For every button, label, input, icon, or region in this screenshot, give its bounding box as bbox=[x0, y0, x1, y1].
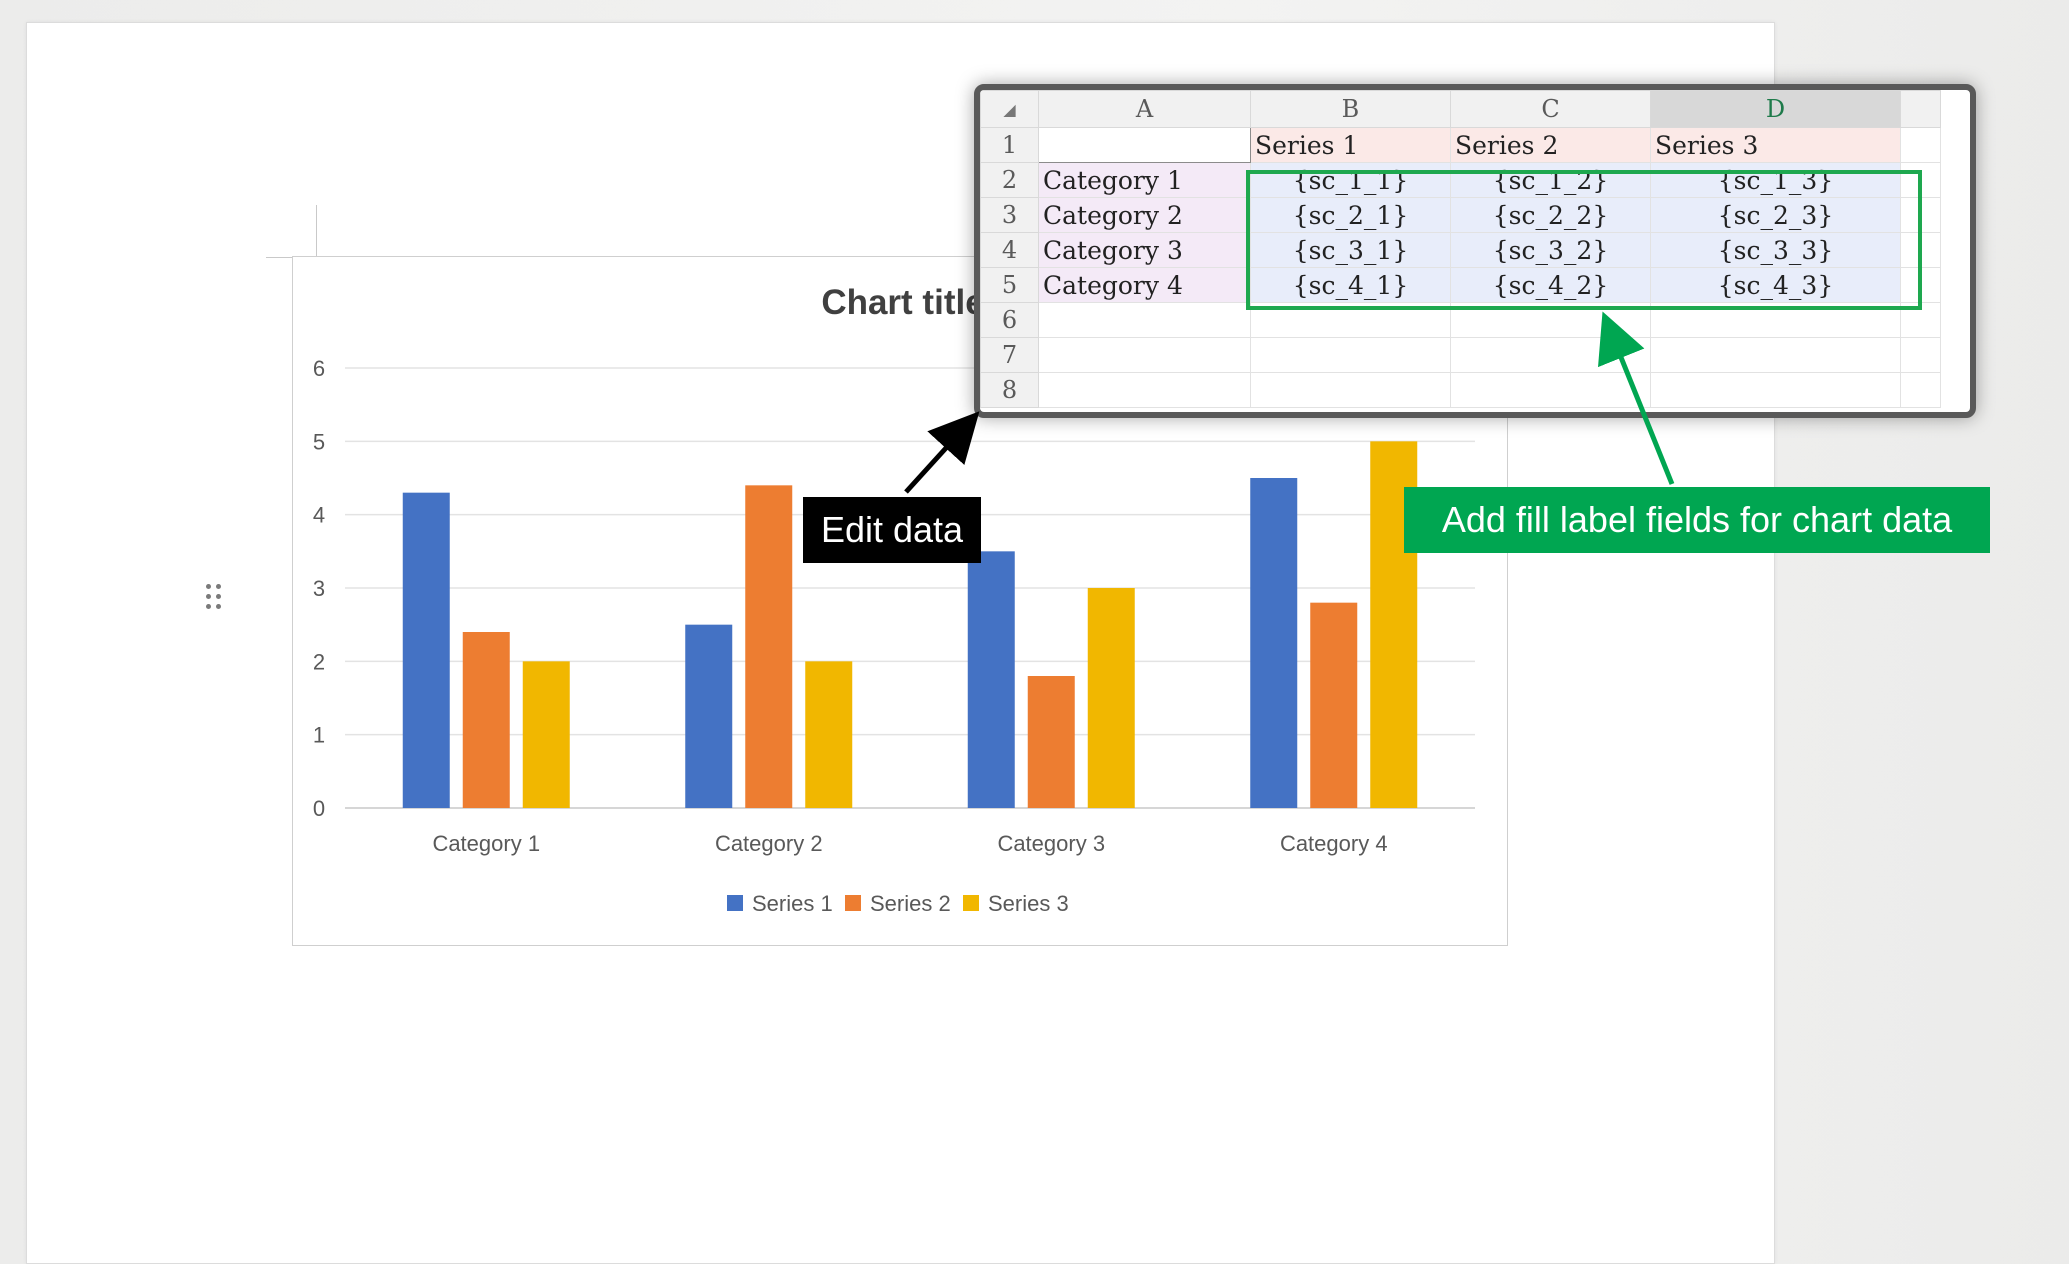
cell-d1[interactable]: Series 3 bbox=[1650, 127, 1901, 163]
cell-c8[interactable] bbox=[1450, 372, 1651, 408]
cell-a6[interactable] bbox=[1038, 302, 1251, 338]
cell-a3[interactable]: Category 2 bbox=[1038, 197, 1251, 233]
data-fields-highlight-box bbox=[1246, 170, 1922, 310]
cell-overflow bbox=[1900, 372, 1941, 408]
column-header-overflow bbox=[1900, 90, 1941, 128]
cell-overflow bbox=[1900, 337, 1941, 373]
row-header[interactable]: 4 bbox=[980, 232, 1039, 268]
cell-a5[interactable]: Category 4 bbox=[1038, 267, 1251, 303]
bar bbox=[402, 492, 450, 808]
cell-d7[interactable] bbox=[1650, 337, 1901, 373]
y-tick-label: 6 bbox=[313, 356, 325, 381]
legend-swatch bbox=[963, 895, 979, 911]
cell-b1[interactable]: Series 1 bbox=[1250, 127, 1451, 163]
legend-label: Series 3 bbox=[988, 891, 1069, 916]
column-header-b[interactable]: B bbox=[1250, 90, 1451, 128]
bar bbox=[462, 632, 510, 808]
row-header[interactable]: 3 bbox=[980, 197, 1039, 233]
row-header[interactable]: 6 bbox=[980, 302, 1039, 338]
legend-label: Series 1 bbox=[752, 891, 833, 916]
crop-mark-vertical bbox=[316, 205, 317, 257]
bar bbox=[805, 661, 853, 808]
row-header[interactable]: 2 bbox=[980, 162, 1039, 198]
bar bbox=[745, 485, 793, 808]
x-tick-label: Category 3 bbox=[997, 831, 1105, 856]
bar bbox=[1027, 676, 1075, 808]
cell-a4[interactable]: Category 3 bbox=[1038, 232, 1251, 268]
bar bbox=[1310, 602, 1358, 808]
column-header-c[interactable]: C bbox=[1450, 90, 1651, 128]
bar bbox=[1250, 478, 1298, 808]
row-header[interactable]: 5 bbox=[980, 267, 1039, 303]
chart-title: Chart title bbox=[821, 283, 984, 322]
row-header[interactable]: 1 bbox=[980, 127, 1039, 163]
column-header-d[interactable]: D bbox=[1650, 90, 1901, 128]
y-tick-label: 0 bbox=[313, 796, 325, 821]
cell-c7[interactable] bbox=[1450, 337, 1651, 373]
cell-a8[interactable] bbox=[1038, 372, 1251, 408]
x-tick-label: Category 1 bbox=[432, 831, 540, 856]
x-tick-label: Category 2 bbox=[715, 831, 823, 856]
y-tick-label: 4 bbox=[313, 503, 325, 528]
legend-swatch bbox=[727, 895, 743, 911]
y-tick-label: 5 bbox=[313, 429, 325, 454]
y-tick-label: 1 bbox=[313, 723, 325, 748]
cell-c1[interactable]: Series 2 bbox=[1450, 127, 1651, 163]
bar bbox=[967, 551, 1015, 808]
y-tick-label: 2 bbox=[313, 649, 325, 674]
bar bbox=[522, 661, 570, 808]
y-tick-label: 3 bbox=[313, 576, 325, 601]
bar bbox=[685, 624, 733, 808]
drag-handle-icon[interactable] bbox=[206, 584, 224, 614]
legend-label: Series 2 bbox=[870, 891, 951, 916]
cell-overflow bbox=[1900, 127, 1941, 163]
x-tick-label: Category 4 bbox=[1280, 831, 1388, 856]
cell-b7[interactable] bbox=[1250, 337, 1451, 373]
cell-d8[interactable] bbox=[1650, 372, 1901, 408]
edit-data-callout: Edit data bbox=[803, 497, 981, 563]
legend-swatch bbox=[845, 895, 861, 911]
bar bbox=[1087, 588, 1135, 808]
cell-a1[interactable] bbox=[1038, 127, 1251, 163]
select-all-corner[interactable]: ◢ bbox=[980, 90, 1039, 128]
row-header[interactable]: 7 bbox=[980, 337, 1039, 373]
cell-b8[interactable] bbox=[1250, 372, 1451, 408]
add-fields-callout: Add fill label fields for chart data bbox=[1404, 487, 1990, 553]
row-header[interactable]: 8 bbox=[980, 372, 1039, 408]
cell-a7[interactable] bbox=[1038, 337, 1251, 373]
cell-a2[interactable]: Category 1 bbox=[1038, 162, 1251, 198]
column-header-a[interactable]: A bbox=[1038, 90, 1251, 128]
